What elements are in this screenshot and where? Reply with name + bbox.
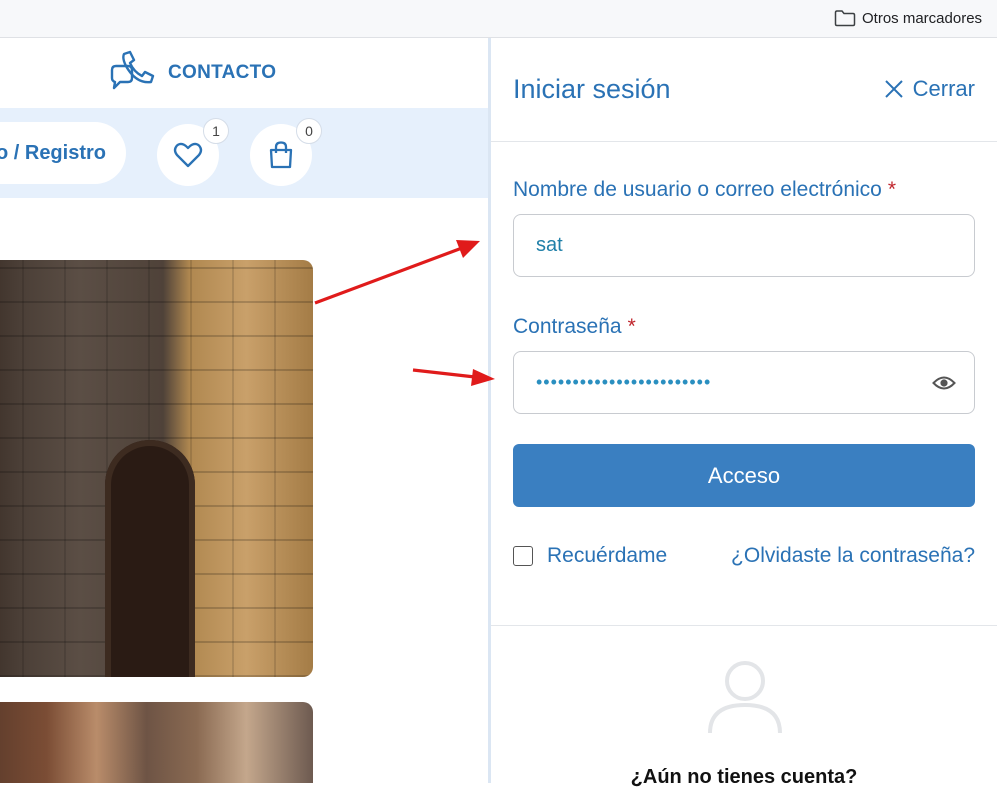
heart-icon: [173, 142, 203, 168]
user-icon: [708, 661, 782, 734]
password-mask: ••••••••••••••••••••••••: [536, 372, 712, 392]
remember-checkbox[interactable]: [513, 546, 533, 566]
username-label: Nombre de usuario o correo electrónico *: [513, 178, 897, 201]
login-submit-button[interactable]: Acceso: [513, 444, 975, 507]
username-value: sat: [536, 234, 563, 256]
header-strip: Acceso / Registro 1 0: [0, 108, 488, 198]
contact-label: CONTACTO: [168, 62, 277, 83]
store-page: CONTACTO Acceso / Registro 1 0: [0, 38, 488, 783]
folder-icon: [834, 10, 856, 27]
contact-link[interactable]: CONTACTO: [106, 48, 276, 98]
cart-count-badge: 0: [296, 118, 322, 144]
forgot-password-link[interactable]: ¿Olvidaste la contraseña?: [731, 544, 975, 568]
login-register-button[interactable]: Acceso / Registro: [0, 122, 126, 184]
eye-icon[interactable]: [932, 372, 956, 394]
login-register-label: Acceso / Registro: [0, 141, 106, 164]
phone-chat-icon: [110, 50, 155, 90]
required-marker: *: [887, 178, 897, 201]
no-account-heading: ¿Aún no tienes cuenta?: [630, 766, 858, 788]
remember-me[interactable]: Recuérdame: [513, 544, 667, 568]
doorway-arch: [105, 440, 195, 677]
drawer-title: Iniciar sesión: [513, 74, 671, 104]
password-input[interactable]: ••••••••••••••••••••••••: [513, 351, 975, 414]
bookmarks-bar: Otros marcadores: [0, 0, 997, 38]
required-marker: *: [627, 315, 636, 338]
divider: [491, 625, 997, 626]
bookmark-other-label: Otros marcadores: [862, 9, 983, 27]
username-input[interactable]: sat: [513, 214, 975, 277]
wishlist-button[interactable]: 1: [157, 118, 229, 186]
drawer-header: Iniciar sesión Cerrar: [491, 38, 997, 142]
product-image-nativity-wall[interactable]: [0, 260, 313, 677]
product-image-wise-men[interactable]: [0, 702, 313, 783]
bookmark-other[interactable]: Otros marcadores: [834, 7, 982, 29]
cart-button[interactable]: 0: [250, 118, 322, 186]
close-button[interactable]: Cerrar: [883, 76, 975, 102]
password-label: Contraseña *: [513, 315, 636, 338]
shopping-bag-icon: [269, 141, 293, 169]
remember-label: Recuérdame: [547, 544, 668, 567]
login-drawer: Iniciar sesión Cerrar Nombre de usuario …: [488, 38, 997, 788]
wishlist-count-badge: 1: [203, 118, 229, 144]
close-label: Cerrar: [912, 76, 975, 101]
close-icon: [884, 80, 903, 98]
